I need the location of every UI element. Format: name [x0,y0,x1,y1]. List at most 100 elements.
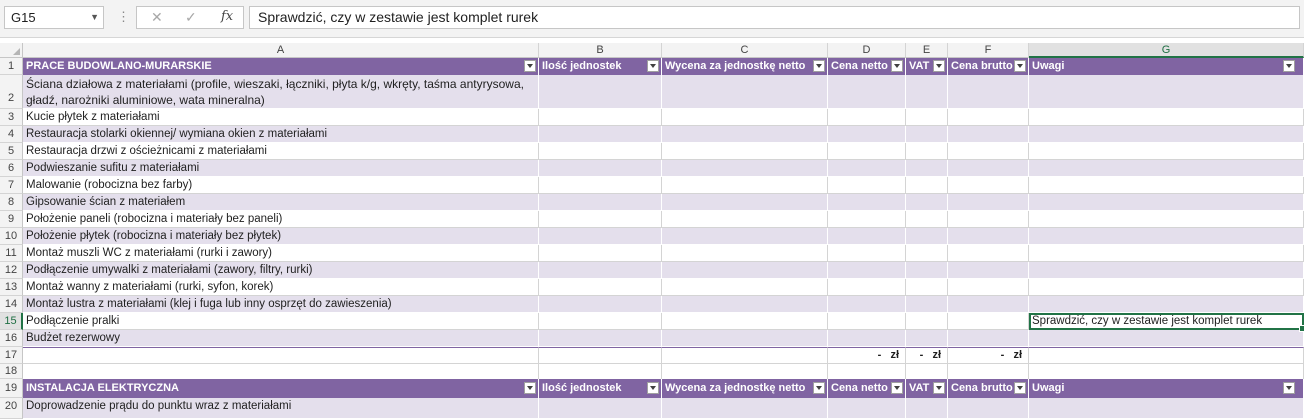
cell[interactable] [539,211,662,228]
cell[interactable] [1029,143,1304,160]
cell[interactable] [828,245,906,262]
header-cell[interactable]: VAT [906,58,948,75]
cell[interactable] [662,262,828,279]
cell[interactable] [539,364,662,379]
header-cell[interactable]: Cena brutto [948,58,1029,75]
cell[interactable] [662,313,828,330]
item-cell[interactable]: Malowanie (robocizna bez farby) [23,177,539,194]
cell[interactable] [539,296,662,313]
total-netto[interactable]: - zł [828,347,906,364]
row-header[interactable]: 18 [0,364,23,379]
cell[interactable] [539,109,662,126]
cell[interactable] [828,143,906,160]
cell[interactable] [539,262,662,279]
header-cell[interactable]: Uwagi [1029,58,1304,75]
cell[interactable] [948,245,1029,262]
filter-dropdown-icon[interactable] [813,60,825,72]
cell[interactable] [662,245,828,262]
cell[interactable] [1029,109,1304,126]
cell[interactable] [906,398,948,419]
cell[interactable] [1029,347,1304,364]
cell[interactable] [906,262,948,279]
cell[interactable] [1029,245,1304,262]
item-cell[interactable]: Ściana działowa z materiałami (profile, … [23,75,539,109]
filter-dropdown-icon[interactable] [1014,382,1026,394]
cell[interactable] [828,398,906,419]
filter-dropdown-icon[interactable] [933,382,945,394]
item-cell[interactable]: Restauracja stolarki okiennej/ wymiana o… [23,126,539,143]
cell[interactable] [539,228,662,245]
cell[interactable] [23,347,539,364]
cell[interactable] [828,364,906,379]
cell[interactable] [948,279,1029,296]
row-header[interactable]: 17 [0,347,23,364]
cell[interactable] [906,194,948,211]
total-vat[interactable]: - zł [906,347,948,364]
cell[interactable] [662,296,828,313]
item-cell[interactable]: Montaż muszli WC z materiałami (rurki i … [23,245,539,262]
cell[interactable] [539,313,662,330]
item-cell[interactable]: Położenie paneli (robocizna i materiały … [23,211,539,228]
header-cell[interactable]: Ilość jednostek [539,58,662,75]
cell[interactable] [539,143,662,160]
row-header[interactable]: 15 [0,313,23,330]
more-options-icon[interactable]: ⋮ [117,9,130,25]
cell[interactable] [828,177,906,194]
item-cell[interactable]: Budżet rezerwowy [23,330,539,347]
cell[interactable] [539,75,662,109]
filter-dropdown-icon[interactable] [1283,60,1295,72]
cell[interactable] [1029,262,1304,279]
cell[interactable] [828,262,906,279]
cell[interactable] [906,279,948,296]
row-header[interactable]: 7 [0,177,23,194]
row-header[interactable]: 1 [0,58,23,75]
cell[interactable] [539,245,662,262]
cell[interactable] [662,347,828,364]
name-box[interactable]: G15 ▼ [4,6,104,29]
cell[interactable] [539,398,662,419]
filter-dropdown-icon[interactable] [813,382,825,394]
total-brutto[interactable]: - zł [948,347,1029,364]
cell[interactable] [662,75,828,109]
cell[interactable] [828,194,906,211]
cell[interactable] [539,177,662,194]
cell[interactable] [1029,194,1304,211]
formula-input[interactable]: Sprawdzić, czy w zestawie jest komplet r… [249,6,1300,29]
cell[interactable] [828,296,906,313]
cell[interactable] [906,245,948,262]
filter-dropdown-icon[interactable] [1283,382,1295,394]
filter-dropdown-icon[interactable] [891,60,903,72]
row-header[interactable]: 11 [0,245,23,262]
cell[interactable] [948,330,1029,347]
cell[interactable] [948,313,1029,330]
cell[interactable] [906,75,948,109]
filter-dropdown-icon[interactable] [933,60,945,72]
cell[interactable] [828,313,906,330]
row-header[interactable]: 3 [0,109,23,126]
cell[interactable] [662,126,828,143]
cell[interactable] [948,143,1029,160]
header-cell[interactable]: Ilość jednostek [539,379,662,398]
row-header[interactable]: 6 [0,160,23,177]
cell[interactable] [1029,75,1304,109]
filter-dropdown-icon[interactable] [524,382,536,394]
filter-dropdown-icon[interactable] [647,60,659,72]
cell[interactable] [662,160,828,177]
cell[interactable] [906,160,948,177]
item-cell[interactable]: Montaż lustra z materiałami (klej i fuga… [23,296,539,313]
cell[interactable] [1029,228,1304,245]
header-cell[interactable]: Cena netto [828,58,906,75]
item-cell[interactable]: Podłączenie pralki [23,313,539,330]
filter-dropdown-icon[interactable] [524,60,536,72]
cell[interactable] [662,398,828,419]
header-cell[interactable]: Cena brutto [948,379,1029,398]
header-cell[interactable]: INSTALACJA ELEKTRYCZNA [23,379,539,398]
cell[interactable] [948,364,1029,379]
row-header[interactable]: 5 [0,143,23,160]
filter-dropdown-icon[interactable] [891,382,903,394]
cell[interactable] [906,313,948,330]
cell[interactable] [906,211,948,228]
selected-cell-g15[interactable]: Sprawdzić, czy w zestawie jest komplet r… [1029,313,1304,332]
cell[interactable] [828,75,906,109]
cell[interactable] [662,330,828,347]
